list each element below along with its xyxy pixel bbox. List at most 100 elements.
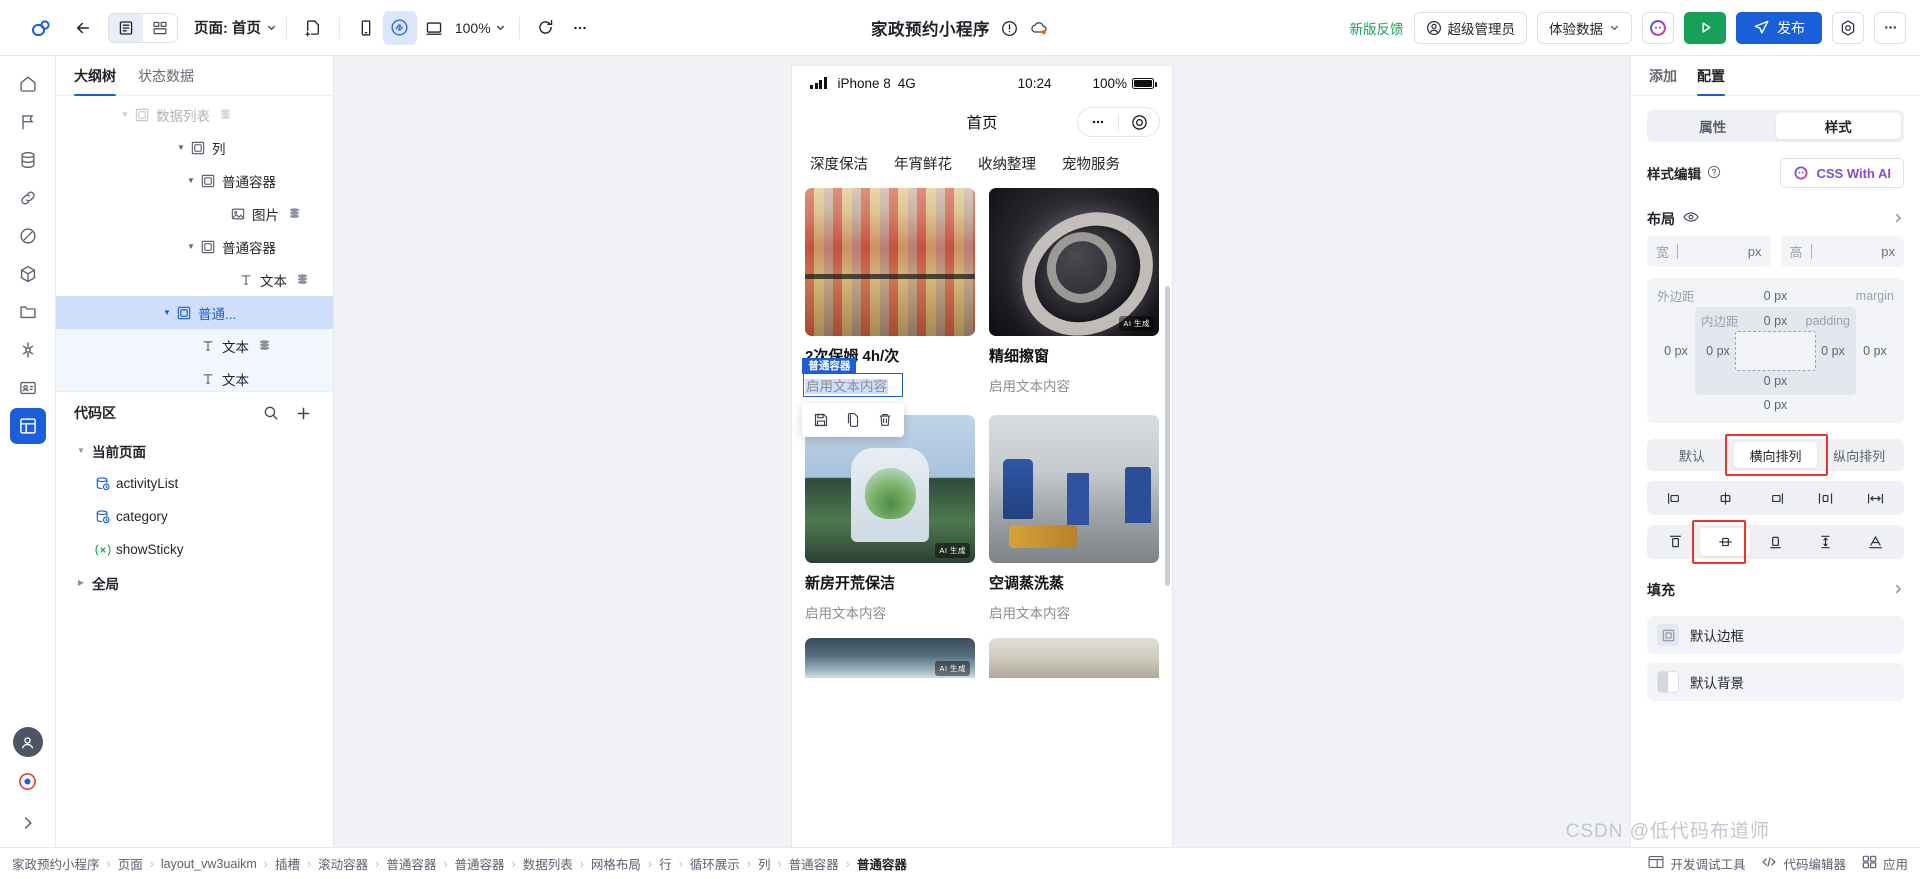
phone-preview[interactable]: iPhone 8 4G 10:24 100% 首页 深度保洁 年宵鲜花 收纳整理… [792,66,1172,847]
devtools-button[interactable]: 开发调试工具 [1648,854,1745,873]
canvas-area[interactable]: iPhone 8 4G 10:24 100% 首页 深度保洁 年宵鲜花 收纳整理… [334,56,1630,847]
switch-properties[interactable]: 属性 [1650,113,1776,139]
width-input[interactable]: 宽 px [1647,236,1771,267]
rail-identity-icon[interactable] [10,370,46,406]
tree-node-column[interactable]: ▼ 列 [56,131,333,164]
layout-expand-chevron[interactable] [1892,211,1904,227]
delete-icon[interactable] [870,406,900,434]
align-baseline-icon[interactable] [1851,528,1901,556]
align-top-icon[interactable] [1650,528,1700,556]
align-items-row[interactable] [1647,520,1904,564]
ai-assistant-button[interactable] [1642,11,1674,44]
direction-row[interactable]: 横向排列 [1733,442,1818,468]
eye-icon[interactable] [1683,210,1699,229]
preview-scrollbar-track[interactable] [1165,136,1170,817]
service-card-grid[interactable]: 2次保姆 4h/次 普通容器 启用文本内容 AI 生成 精细擦窗 启用文本内容 … [792,182,1172,847]
service-card[interactable]: AI 生成 新房开荒保洁 启用文本内容 [805,415,975,622]
add-icon[interactable] [291,401,315,425]
rail-shield-icon[interactable] [10,218,46,254]
service-card[interactable]: AI 生成 精细擦窗 启用文本内容 [989,188,1159,399]
category-tabs[interactable]: 深度保洁 年宵鲜花 收纳整理 宠物服务 [792,144,1172,182]
app-logo[interactable] [14,14,66,42]
miniprogram-capsule[interactable] [1077,107,1160,137]
breadcrumb-item[interactable]: 行 [659,854,672,873]
tree-node-text[interactable]: 文本 [56,362,333,391]
refresh-button[interactable] [529,11,563,45]
direction-column[interactable]: 纵向排列 [1817,442,1901,468]
caret-down-icon[interactable]: ▼ [160,308,174,317]
category-tab[interactable]: 宠物服务 [1062,153,1120,174]
rail-collapse-icon[interactable] [10,805,46,841]
align-vstretch-icon[interactable] [1801,528,1851,556]
breadcrumb-item[interactable]: 普通容器 [455,854,505,873]
rail-layout-icon[interactable] [9,408,46,444]
tree-node-container[interactable]: ▼ 普通容器 [56,230,333,263]
tab-state-data[interactable]: 状态数据 [138,66,194,95]
breadcrumb-item[interactable]: 网格布局 [591,854,641,873]
code-item-category[interactable]: category [56,500,333,533]
box-model-editor[interactable]: 外边距 0 px margin 0 px 内边距 0 px padding 0 … [1647,278,1904,423]
caret-right-icon[interactable]: ▶ [74,578,88,587]
align-space-between-icon[interactable] [1851,484,1901,512]
tree-node-selected-container[interactable]: ▼ 普通... [56,296,333,329]
rail-help-icon[interactable] [10,763,46,799]
flex-direction-selector[interactable]: 默认 横向排列 纵向排列 [1647,434,1904,476]
tree-node-container[interactable]: ▼ 普通容器 [56,164,333,197]
switch-styles[interactable]: 样式 [1775,113,1901,139]
margin-left-value[interactable]: 0 px [1657,307,1695,395]
info-icon[interactable] [1001,20,1018,37]
breadcrumb-item[interactable]: 普通容器 [386,854,436,873]
align-bottom-icon[interactable] [1750,528,1800,556]
tab-add[interactable]: 添加 [1649,66,1677,95]
new-page-button[interactable] [296,11,330,45]
rail-folder-icon[interactable] [10,294,46,330]
tab-outline-tree[interactable]: 大纲树 [74,66,116,96]
caret-down-icon[interactable]: ▼ [118,110,132,119]
code-item-activityList[interactable]: activityList [56,467,333,500]
capsule-close-icon[interactable] [1119,114,1159,131]
tree-node-text[interactable]: 文本 [56,263,333,296]
feedback-link[interactable]: 新版反馈 [1350,18,1404,38]
element-floating-toolbar[interactable] [802,403,905,437]
align-right-icon[interactable] [1750,484,1800,512]
publish-button[interactable]: 发布 [1736,11,1822,44]
rail-avatar[interactable] [12,727,43,757]
breadcrumb-item[interactable]: layout_vw3uaikm [161,857,257,871]
caret-down-icon[interactable]: ▼ [184,176,198,185]
breadcrumb-item[interactable]: 页面 [118,854,143,873]
breadcrumb-item-current[interactable]: 普通容器 [857,854,907,873]
breadcrumb[interactable]: 家政预约小程序 › 页面 › layout_vw3uaikm › 插槽 › 滚动容器 › … [12,854,907,873]
caret-down-icon[interactable]: ▼ [174,143,188,152]
service-card[interactable]: 空调蒸洗蒸 启用文本内容 [989,415,1159,622]
outline-tree[interactable]: ▼ 数据列表 ▼ 列 ▼ 普通容器 图片 ▼ 普通容器 文本 ▼ 普通... 文… [56,96,333,391]
padding-bottom-value[interactable]: 0 px [1701,374,1850,391]
rail-package-icon[interactable] [10,256,46,292]
category-tab[interactable]: 深度保洁 [810,153,868,174]
css-with-ai-button[interactable]: CSS With AI [1780,158,1904,188]
zoom-selector[interactable]: 100% [455,20,506,36]
topbar-more-right-button[interactable] [1874,11,1906,44]
breadcrumb-item[interactable]: 滚动容器 [318,854,368,873]
experience-data-button[interactable]: 体验数据 [1537,11,1632,44]
service-card[interactable]: AI 生成 [805,638,975,678]
align-left-icon[interactable] [1650,484,1700,512]
breadcrumb-item[interactable]: 普通容器 [789,854,839,873]
toolbar-more-button[interactable] [563,11,597,45]
page-selector[interactable]: 页面: 首页 [194,17,277,38]
justify-content-row[interactable] [1647,481,1904,515]
rail-plugin-icon[interactable] [10,332,46,368]
breadcrumb-item[interactable]: 循环展示 [690,854,740,873]
back-button[interactable] [66,11,100,45]
fill-expand-chevron[interactable] [1892,582,1904,598]
service-card[interactable]: 2次保姆 4h/次 普通容器 启用文本内容 [802,188,975,437]
cloud-status-icon[interactable] [1029,19,1049,37]
code-group-current-page[interactable]: ▼ 当前页面 [56,434,333,467]
capsule-more-icon[interactable] [1078,114,1118,130]
selected-element-box[interactable]: 普通容器 [802,358,905,437]
view-outline-button[interactable] [109,13,143,42]
tree-node-text[interactable]: 文本 [56,329,333,362]
margin-right-value[interactable]: 0 px [1856,307,1894,395]
tree-node[interactable]: ▼ 数据列表 [56,98,333,131]
padding-left-value[interactable]: 0 px [1701,331,1735,371]
margin-top-value[interactable]: 0 px [1764,289,1788,303]
